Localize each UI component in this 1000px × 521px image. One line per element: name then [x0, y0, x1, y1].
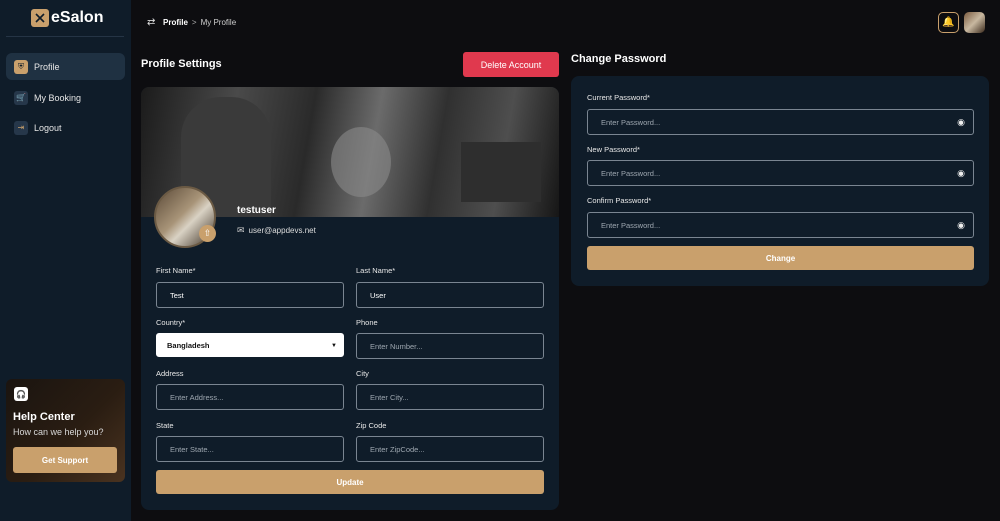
- current-password-label: Current Password*: [587, 93, 650, 102]
- phone-field[interactable]: Enter Number...: [356, 333, 544, 359]
- username: testuser: [237, 205, 276, 216]
- email-text: user@appdevs.net: [248, 226, 316, 235]
- current-password-field[interactable]: Enter Password... ◉: [587, 109, 974, 135]
- eye-off-icon[interactable]: ◉: [957, 220, 965, 231]
- last-name-label: Last Name*: [356, 266, 396, 275]
- swap-icon[interactable]: ⇄: [147, 17, 155, 28]
- country-value: Bangladesh: [167, 340, 210, 350]
- eye-off-icon[interactable]: ◉: [957, 117, 965, 128]
- help-center-card: 🎧 Help Center How can we help you? Get S…: [6, 379, 125, 482]
- address-label: Address: [156, 369, 184, 378]
- banner-figure: [461, 142, 541, 202]
- sidebar-item-profile[interactable]: ⛨ Profile: [6, 53, 125, 80]
- confirm-password-placeholder: Enter Password...: [601, 220, 661, 230]
- phone-label: Phone: [356, 318, 378, 327]
- state-field[interactable]: Enter State...: [156, 436, 344, 462]
- sidebar-item-my-booking[interactable]: 🛒 My Booking: [6, 84, 125, 111]
- logo[interactable]: eSalon: [31, 9, 103, 27]
- help-subtitle: How can we help you?: [13, 427, 104, 437]
- update-button[interactable]: Update: [156, 470, 544, 494]
- logout-icon: ⇥: [14, 120, 28, 135]
- scissors-icon: [31, 9, 49, 27]
- eye-off-icon[interactable]: ◉: [957, 168, 965, 179]
- state-label: State: [156, 421, 174, 430]
- sidebar: eSalon ⛨ Profile 🛒 My Booking ⇥ Logout 🎧…: [0, 0, 131, 521]
- first-name-label: First Name*: [156, 266, 196, 275]
- zip-field[interactable]: Enter ZipCode...: [356, 436, 544, 462]
- address-field[interactable]: Enter Address...: [156, 384, 344, 410]
- headset-icon: 🎧: [14, 387, 28, 401]
- shield-user-icon: ⛨: [14, 59, 28, 74]
- zip-label: Zip Code: [356, 421, 387, 430]
- change-password-title: Change Password: [571, 53, 667, 65]
- new-password-field[interactable]: Enter Password... ◉: [587, 160, 974, 186]
- confirm-password-label: Confirm Password*: [587, 196, 652, 205]
- get-support-button[interactable]: Get Support: [13, 447, 117, 473]
- change-password-card: Current Password* Enter Password... ◉ Ne…: [571, 76, 989, 286]
- breadcrumb-item: My Profile: [200, 18, 237, 27]
- email-row: ✉ user@appdevs.net: [237, 225, 316, 236]
- confirm-password-field[interactable]: Enter Password... ◉: [587, 212, 974, 238]
- country-select[interactable]: Bangladesh ▼: [156, 333, 344, 357]
- sidebar-item-logout[interactable]: ⇥ Logout: [6, 114, 125, 141]
- upload-icon[interactable]: ⇧: [199, 225, 216, 242]
- banner-figure: [331, 127, 391, 197]
- caret-down-icon: ▼: [331, 343, 337, 349]
- city-label: City: [356, 369, 369, 378]
- delete-account-button[interactable]: Delete Account: [463, 52, 559, 77]
- breadcrumb-item[interactable]: Profile: [163, 18, 188, 27]
- cart-icon: 🛒: [14, 90, 28, 105]
- mail-icon: ✉: [237, 225, 245, 235]
- sidebar-item-label: Profile: [34, 61, 60, 72]
- logo-text: eSalon: [51, 9, 104, 26]
- breadcrumb: Profile > My Profile: [163, 18, 236, 27]
- country-label: Country*: [156, 318, 186, 327]
- city-field[interactable]: Enter City...: [356, 384, 544, 410]
- new-password-label: New Password*: [587, 145, 640, 154]
- page-title: Profile Settings: [141, 58, 222, 70]
- help-title: Help Center: [13, 411, 75, 423]
- chevron-right-icon: >: [191, 18, 197, 27]
- sidebar-item-label: Logout: [34, 122, 62, 133]
- first-name-field[interactable]: Test: [156, 282, 344, 308]
- avatar[interactable]: [964, 12, 985, 33]
- notification-bell-icon[interactable]: 🔔: [938, 12, 959, 33]
- current-password-placeholder: Enter Password...: [601, 117, 661, 127]
- sidebar-item-label: My Booking: [34, 92, 82, 103]
- new-password-placeholder: Enter Password...: [601, 168, 661, 178]
- divider: [6, 36, 124, 37]
- profile-card: ⇧ testuser ✉ user@appdevs.net First Name…: [141, 87, 559, 510]
- last-name-field[interactable]: User: [356, 282, 544, 308]
- change-password-button[interactable]: Change: [587, 246, 974, 270]
